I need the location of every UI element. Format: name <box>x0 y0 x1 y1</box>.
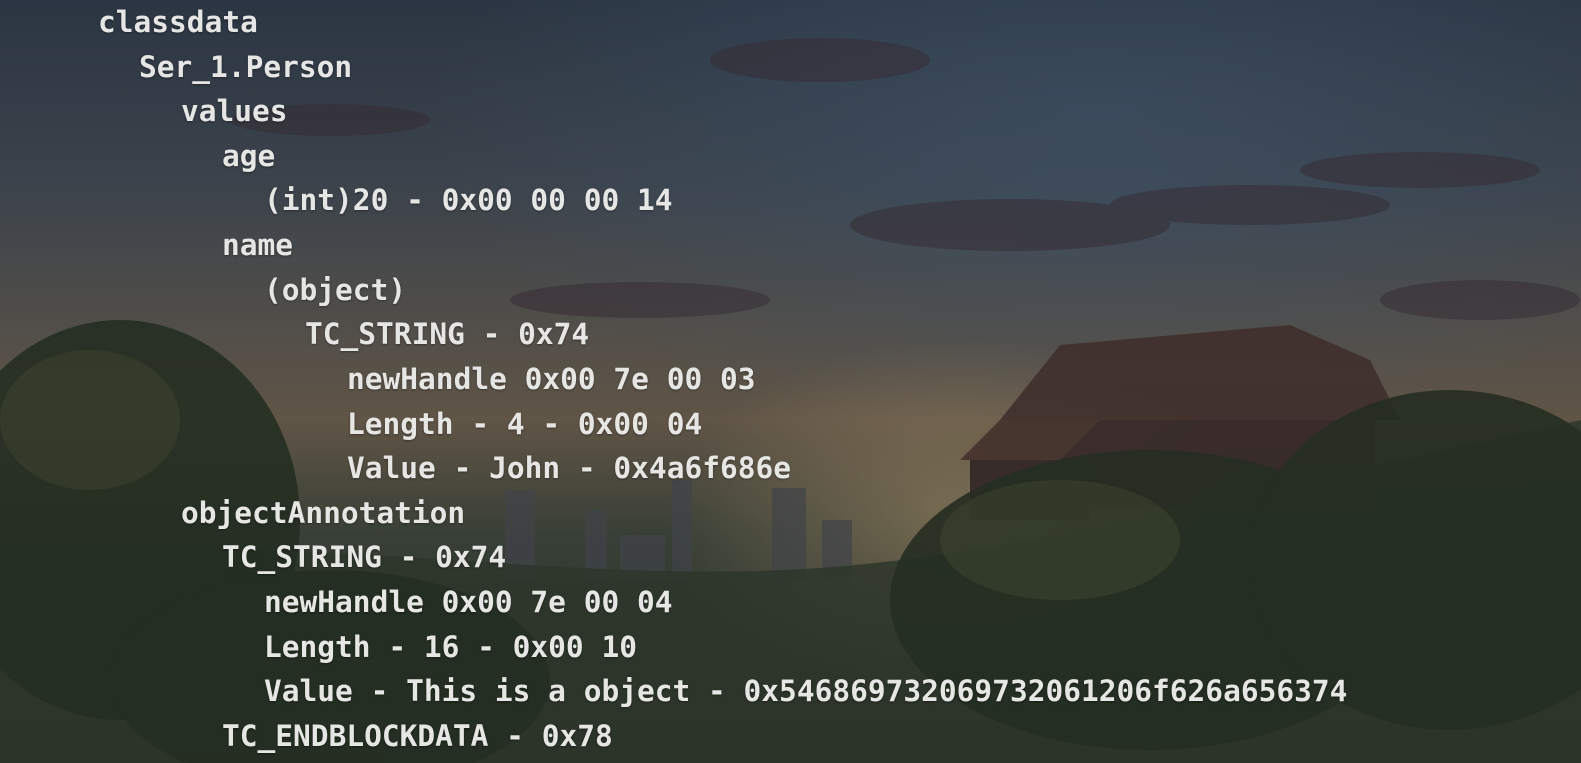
output-line: (object) <box>264 273 407 307</box>
output-line: TC_ENDBLOCKDATA - 0x78 <box>222 719 613 753</box>
output-line: Length - 4 - 0x00 04 <box>347 407 703 441</box>
output-line: Ser_1.Person <box>139 50 353 84</box>
output-line: objectAnnotation <box>181 496 466 530</box>
output-line: (int)20 - 0x00 00 00 14 <box>264 183 673 217</box>
output-line: TC_STRING - 0x74 <box>305 317 590 351</box>
output-line: Length - 16 - 0x00 10 <box>264 630 637 664</box>
output-line: TC_STRING - 0x74 <box>222 540 507 574</box>
output-line: newHandle 0x00 7e 00 04 <box>264 585 673 619</box>
output-line: classdata <box>98 5 258 39</box>
output-line: age <box>222 139 276 173</box>
output-line: values <box>181 94 288 128</box>
output-line: Value - John - 0x4a6f686e <box>347 451 792 485</box>
terminal-window: classdata Ser_1.Person values age (int)2… <box>0 0 1581 763</box>
output-line: newHandle 0x00 7e 00 03 <box>347 362 756 396</box>
output-line: Value - This is a object - 0x54686973206… <box>264 674 1348 708</box>
output-line: name <box>222 228 294 262</box>
terminal-output: classdata Ser_1.Person values age (int)2… <box>0 0 1347 753</box>
